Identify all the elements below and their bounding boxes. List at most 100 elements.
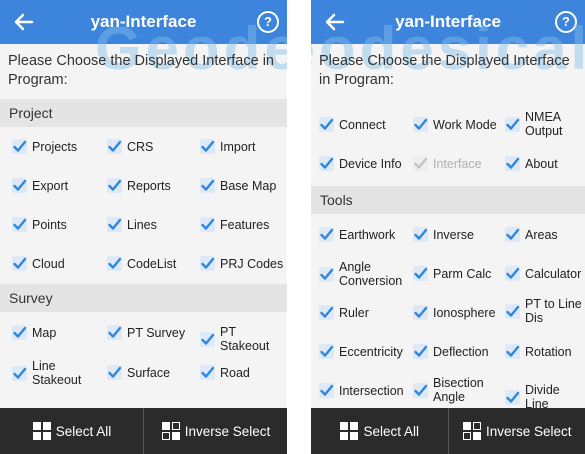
- check-icon: [107, 139, 122, 154]
- inverse-select-icon: [462, 422, 481, 440]
- checkbox-features[interactable]: Features: [200, 217, 269, 232]
- back-arrow-icon[interactable]: [10, 8, 38, 36]
- checkbox-surface[interactable]: Surface: [107, 365, 170, 380]
- check-icon: [505, 266, 520, 281]
- checkbox-pt-to-line-dis[interactable]: PT to Line Dis: [505, 297, 585, 325]
- check-icon: [505, 303, 520, 319]
- checkbox-earthwork[interactable]: Earthwork: [319, 227, 395, 242]
- checkbox-areas[interactable]: Areas: [505, 227, 558, 242]
- check-icon: [200, 256, 215, 271]
- check-icon: [319, 117, 334, 132]
- check-icon: [12, 178, 27, 193]
- check-icon: [107, 365, 122, 380]
- checkbox-rotation[interactable]: Rotation: [505, 344, 572, 359]
- checkbox-projects[interactable]: Projects: [12, 139, 77, 154]
- top-bar: yan-Interface ?: [0, 0, 287, 44]
- check-icon: [319, 156, 334, 171]
- checkbox-prj-codes[interactable]: PRJ Codes: [200, 256, 283, 271]
- checkbox-pt-survey[interactable]: PT Survey: [107, 325, 185, 340]
- checkbox-parm-calc[interactable]: Parm Calc: [413, 266, 491, 281]
- page-title: yan-Interface: [90, 12, 197, 31]
- checkbox-map[interactable]: Map: [12, 325, 56, 340]
- checkbox-base-map[interactable]: Base Map: [200, 178, 276, 193]
- prompt-text: Please Choose the Displayed Interface in…: [8, 53, 274, 88]
- check-icon: [413, 305, 428, 320]
- checkbox-divide-line[interactable]: Divide Line: [505, 383, 585, 411]
- check-icon: [319, 383, 334, 398]
- check-icon: [505, 156, 520, 171]
- help-icon[interactable]: ?: [555, 11, 577, 33]
- section-tools: Tools: [311, 186, 585, 214]
- right-screen: yan-Interface ? Geodesical Please Choose…: [311, 0, 585, 454]
- checkbox-angle-conversion[interactable]: Angle Conversion: [319, 260, 411, 288]
- back-arrow-icon[interactable]: [321, 8, 349, 36]
- check-icon: [200, 178, 215, 193]
- checkbox-device-info[interactable]: Device Info: [319, 156, 402, 171]
- check-icon: [12, 217, 27, 232]
- section-survey: Survey: [0, 284, 287, 312]
- checkbox-export[interactable]: Export: [12, 178, 68, 193]
- check-icon: [505, 116, 520, 132]
- check-icon: [319, 305, 334, 320]
- checkbox-road[interactable]: Road: [200, 365, 250, 380]
- bottom-bar: Select All Inverse Select: [311, 408, 585, 454]
- checkbox-connect[interactable]: Connect: [319, 117, 386, 132]
- check-icon: [413, 117, 428, 132]
- check-icon: [107, 178, 122, 193]
- check-icon: [12, 365, 27, 381]
- check-icon: [319, 266, 334, 282]
- check-icon: [413, 156, 428, 171]
- checkbox-deflection[interactable]: Deflection: [413, 344, 489, 359]
- checkbox-pt-stakeout[interactable]: PT Stakeout: [200, 325, 287, 353]
- check-icon: [107, 217, 122, 232]
- check-icon: [413, 266, 428, 281]
- top-bar: yan-Interface ?: [311, 0, 585, 44]
- page-title: yan-Interface: [395, 12, 501, 31]
- inverse-select-icon: [161, 422, 180, 440]
- check-icon: [12, 325, 27, 340]
- left-screen: yan-Interface ? Geodesical Please Choose…: [0, 0, 287, 454]
- select-all-button[interactable]: Select All: [0, 408, 143, 454]
- checkbox-bisection-angle[interactable]: Bisection Angle: [413, 376, 503, 404]
- checkbox-reports[interactable]: Reports: [107, 178, 171, 193]
- check-icon: [319, 227, 334, 242]
- check-icon: [12, 256, 27, 271]
- checkbox-ionosphere[interactable]: Ionosphere: [413, 305, 496, 320]
- checkbox-about[interactable]: About: [505, 156, 558, 171]
- checkbox-ruler[interactable]: Ruler: [319, 305, 369, 320]
- checkbox-lines[interactable]: Lines: [107, 217, 157, 232]
- checkbox-line-stakeout[interactable]: Line Stakeout: [12, 359, 102, 387]
- check-icon: [413, 344, 428, 359]
- checkbox-codelist[interactable]: CodeList: [107, 256, 176, 271]
- check-icon: [12, 139, 27, 154]
- checkbox-nmea-output[interactable]: NMEA Output: [505, 110, 581, 138]
- inverse-select-button[interactable]: Inverse Select: [447, 408, 585, 454]
- check-icon: [200, 139, 215, 154]
- check-icon: [319, 344, 334, 359]
- check-icon: [505, 344, 520, 359]
- section-project: Project: [0, 99, 287, 127]
- check-icon: [200, 365, 215, 380]
- check-icon: [413, 382, 428, 398]
- checkbox-import[interactable]: Import: [200, 139, 255, 154]
- select-all-icon: [32, 422, 51, 440]
- check-icon: [107, 325, 122, 340]
- checkbox-calculator[interactable]: Calculator: [505, 266, 581, 281]
- checkbox-inverse[interactable]: Inverse: [413, 227, 474, 242]
- checkbox-points[interactable]: Points: [12, 217, 67, 232]
- check-icon: [413, 227, 428, 242]
- select-all-icon: [340, 422, 359, 440]
- checkbox-cloud[interactable]: Cloud: [12, 256, 65, 271]
- checkbox-intersection[interactable]: Intersection: [319, 383, 404, 398]
- help-icon[interactable]: ?: [257, 11, 279, 33]
- inverse-select-button[interactable]: Inverse Select: [143, 408, 287, 454]
- checkbox-crs[interactable]: CRS: [107, 139, 153, 154]
- bottom-bar: Select All Inverse Select: [0, 408, 287, 454]
- checkbox-interface: Interface: [413, 156, 482, 171]
- checkbox-work-mode[interactable]: Work Mode: [413, 117, 497, 132]
- select-all-button[interactable]: Select All: [311, 408, 448, 454]
- checkbox-eccentricity[interactable]: Eccentricity: [319, 344, 403, 359]
- check-icon: [107, 256, 122, 271]
- prompt-text: Please Choose the Displayed Interface in…: [319, 53, 570, 88]
- check-icon: [200, 217, 215, 232]
